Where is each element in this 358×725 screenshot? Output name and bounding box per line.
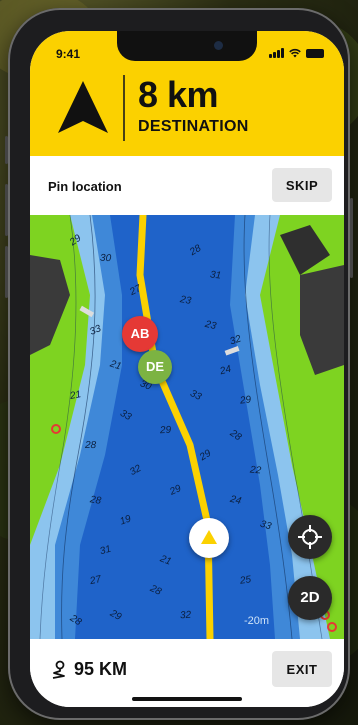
wifi-icon <box>289 48 301 58</box>
boat-arrow-icon <box>201 530 217 544</box>
pin-location-bar: Pin location SKIP <box>30 156 344 216</box>
app-screen: 9:41 8 km DESTINATION Pin location SKIP … <box>30 31 344 707</box>
depth-sounding: 29 <box>159 424 172 437</box>
waypoint-pin-ab[interactable]: AB <box>122 316 158 352</box>
nautical-map[interactable]: 29 30 28 31 27 23 33 23 32 21 24 30 21 33 29 33 29 28 28 29… <box>30 215 344 639</box>
chart-canvas <box>30 215 344 639</box>
depth-sounding: 29 <box>239 394 252 407</box>
status-time: 9:41 <box>56 47 81 61</box>
bottom-bar: 95 KM EXIT <box>30 639 344 707</box>
crosshair-icon <box>298 525 322 549</box>
notch <box>117 31 257 61</box>
signal-icon <box>269 48 284 58</box>
recenter-button[interactable] <box>288 515 332 559</box>
distance-value: 8 km <box>138 74 219 115</box>
depth-sounding: 25 <box>239 574 252 587</box>
depth-sounding: 23 <box>179 294 192 307</box>
route-icon <box>52 660 65 679</box>
depth-sounding: 27 <box>88 573 103 588</box>
battery-icon <box>306 48 324 58</box>
header-divider <box>123 75 125 141</box>
view-mode-button[interactable]: 2D <box>288 576 332 620</box>
home-indicator[interactable] <box>132 697 242 701</box>
depth-sounding: 31 <box>209 269 222 282</box>
boat-position-marker <box>189 518 229 558</box>
depth-contour-label: -20m <box>244 615 270 627</box>
exit-button[interactable]: EXIT <box>272 651 332 687</box>
waypoint-pin-de[interactable]: DE <box>138 350 172 384</box>
depth-sounding: 32 <box>179 609 192 622</box>
depth-sounding: 28 <box>84 439 97 452</box>
depth-sounding: 22 <box>249 464 262 477</box>
phone-frame: 9:41 8 km DESTINATION Pin location SKIP … <box>5 8 353 720</box>
pin-location-label: Pin location <box>48 179 122 194</box>
skip-button[interactable]: SKIP <box>272 168 332 202</box>
depth-sounding: 30 <box>99 252 112 265</box>
distance-caption: DESTINATION <box>138 118 249 135</box>
route-distance: 95 KM <box>74 659 128 679</box>
navigation-arrow-icon <box>58 81 108 133</box>
depth-sounding: 28 <box>89 494 102 507</box>
depth-sounding: 21 <box>69 389 83 402</box>
